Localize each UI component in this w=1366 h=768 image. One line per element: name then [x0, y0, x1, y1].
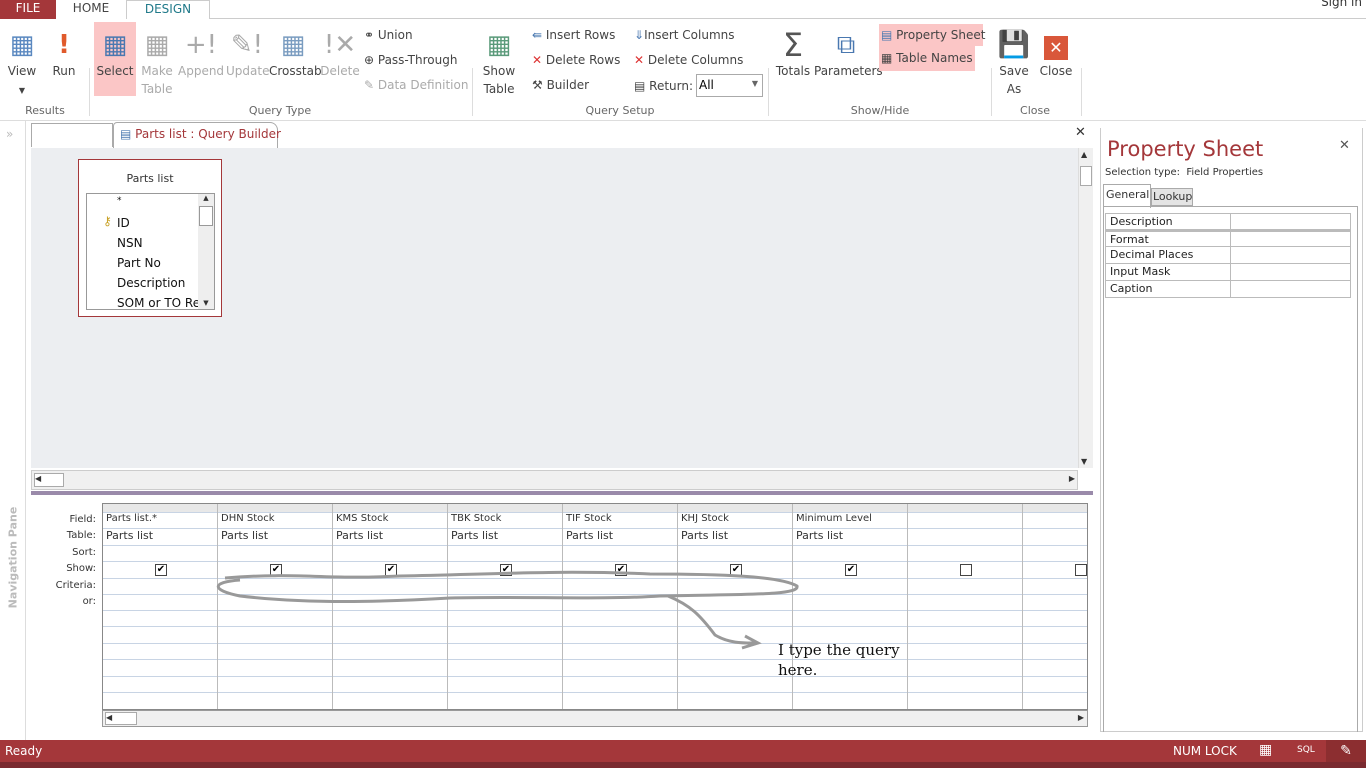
- property-value[interactable]: [1230, 281, 1231, 297]
- design-view-icon[interactable]: ✎: [1326, 740, 1366, 762]
- property-value[interactable]: [1230, 232, 1231, 246]
- annotation-text: I type the query here.: [778, 641, 900, 679]
- status-ready: Ready: [5, 744, 43, 758]
- property-row[interactable]: Caption: [1105, 281, 1351, 298]
- property-row[interactable]: Decimal Places: [1105, 247, 1351, 264]
- property-name: Format: [1110, 233, 1149, 246]
- property-row[interactable]: Format: [1105, 230, 1351, 247]
- property-row[interactable]: Description: [1105, 213, 1351, 230]
- property-name: Description: [1110, 215, 1173, 228]
- property-name: Caption: [1110, 282, 1153, 295]
- property-value[interactable]: [1230, 214, 1231, 229]
- tab-general[interactable]: General: [1103, 184, 1151, 208]
- datasheet-view-icon[interactable]: ▦: [1259, 742, 1272, 758]
- property-name: Decimal Places: [1110, 248, 1194, 261]
- property-value[interactable]: [1230, 247, 1231, 263]
- selection-type: Selection type: Field Properties: [1105, 167, 1264, 178]
- sql-view-button[interactable]: SQL: [1297, 745, 1315, 755]
- property-sheet-title: Property Sheet: [1107, 137, 1264, 161]
- close-property-sheet-button[interactable]: ✕: [1339, 138, 1350, 153]
- tab-lookup[interactable]: Lookup: [1151, 188, 1193, 206]
- property-row[interactable]: Input Mask: [1105, 264, 1351, 281]
- status-bar: Ready NUM LOCK ▦ SQL ✎: [0, 740, 1366, 762]
- property-name: Input Mask: [1110, 265, 1171, 278]
- property-value[interactable]: [1230, 264, 1231, 280]
- taskbar-strip: [0, 762, 1366, 768]
- num-lock-indicator: NUM LOCK: [1173, 744, 1237, 758]
